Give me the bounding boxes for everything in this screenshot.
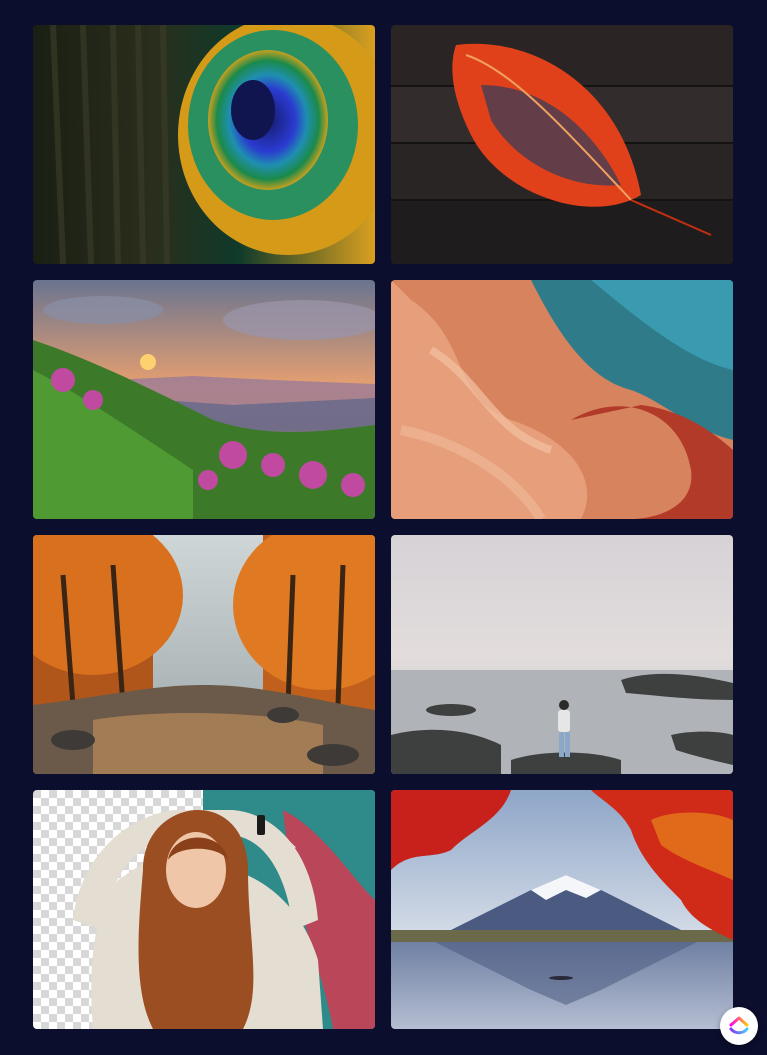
autumn-forest-image <box>33 535 375 774</box>
mountain-sunset-image <box>33 280 375 519</box>
clickup-logo-icon <box>729 1016 749 1035</box>
peacock-feather-image <box>33 25 375 264</box>
woman-sweater-image <box>33 790 375 1029</box>
gallery-image-peacock-feather[interactable] <box>33 25 375 264</box>
gallery-image-mountain-sunset[interactable] <box>33 280 375 519</box>
abstract-swirl-image <box>391 280 733 519</box>
red-leaf-image <box>391 25 733 264</box>
mount-fuji-image <box>391 790 733 1029</box>
gallery-image-autumn-forest[interactable] <box>33 535 375 774</box>
gallery-image-abstract-swirl[interactable] <box>391 280 733 519</box>
floating-app-button[interactable] <box>720 1007 758 1045</box>
woman-shore-image <box>391 535 733 774</box>
gallery-image-woman-shore[interactable] <box>391 535 733 774</box>
image-gallery <box>33 25 733 1029</box>
gallery-image-red-leaf[interactable] <box>391 25 733 264</box>
gallery-image-woman-sweater[interactable] <box>33 790 375 1029</box>
gallery-image-mount-fuji[interactable] <box>391 790 733 1029</box>
